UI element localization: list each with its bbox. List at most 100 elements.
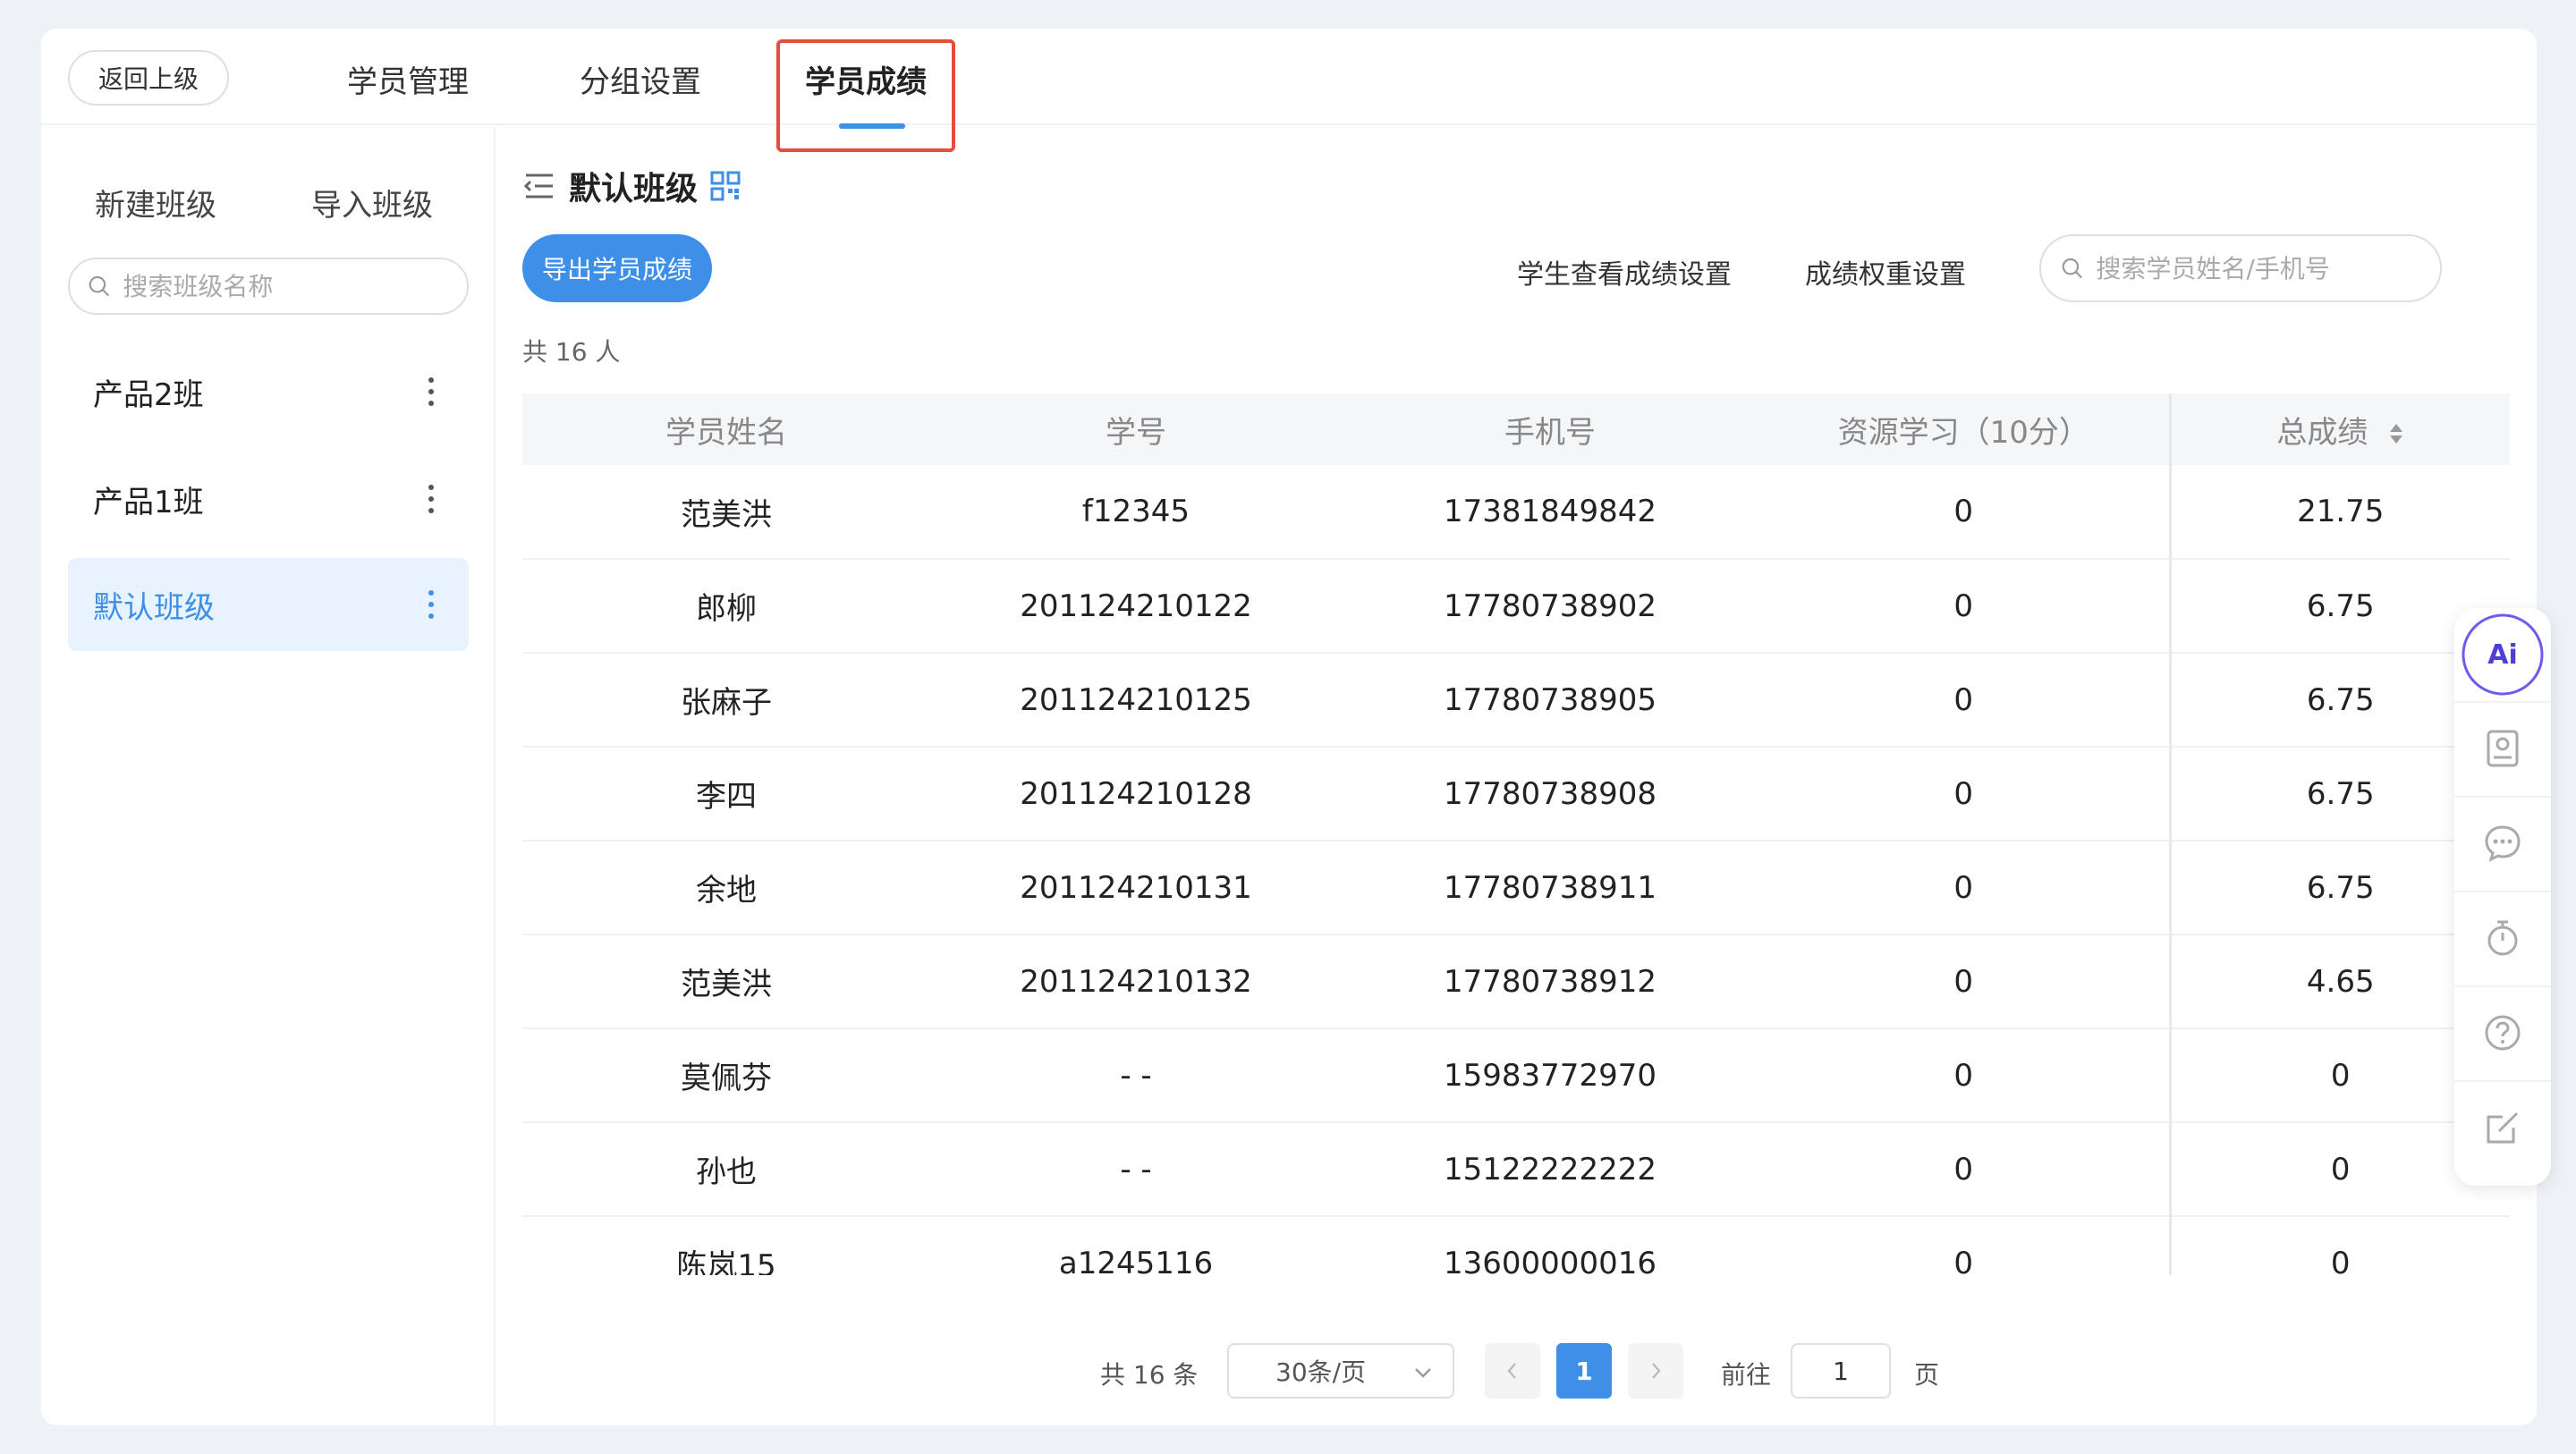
cell-resource-study: 0 [1758, 1122, 2170, 1217]
table-row: 李四 201124210128 17780738908 0 6.75 [522, 747, 2510, 841]
search-icon [2062, 258, 2082, 279]
export-grades-button[interactable]: 导出学员成绩 [522, 234, 712, 302]
goto-label: 前往 [1721, 1360, 1772, 1390]
cell-student-id: a1245116 [930, 1216, 1342, 1275]
edit-button[interactable] [2454, 1080, 2551, 1173]
cell-student-id: - - [930, 1028, 1342, 1123]
ai-assistant-button[interactable]: Ai [2454, 608, 2551, 701]
header-total-score[interactable]: 总成绩 [2168, 393, 2510, 465]
contact-card-button[interactable] [2454, 701, 2551, 794]
more-vertical-icon[interactable] [428, 485, 435, 513]
cell-phone: 17780738911 [1342, 841, 1758, 935]
cell-phone: 15122222222 [1342, 1122, 1758, 1217]
next-page-button[interactable] [1628, 1343, 1683, 1399]
header-resource-study: 资源学习（10分） [1758, 393, 2170, 465]
more-vertical-icon[interactable] [428, 377, 435, 406]
cell-student-name: 莫佩芬 [522, 1028, 930, 1123]
collapse-menu-icon[interactable] [522, 171, 556, 201]
main-card: 返回上级 学员管理 分组设置 学员成绩 新建班级 导入班级 产品2班 产品1班 … [41, 29, 2537, 1425]
cell-phone: 15983772970 [1342, 1028, 1758, 1123]
sort-icon[interactable] [2388, 421, 2404, 446]
class-search-input[interactable] [123, 271, 467, 301]
cell-resource-study: 0 [1758, 465, 2170, 560]
class-item-product-2[interactable]: 产品2班 [68, 345, 469, 438]
cell-phone: 13600000016 [1342, 1216, 1758, 1275]
view-grades-settings-button[interactable]: 学生查看成绩设置 [1517, 252, 1732, 292]
cell-phone: 17381849842 [1342, 465, 1758, 560]
cell-resource-study: 0 [1758, 747, 2170, 841]
class-item-label: 默认班级 [93, 589, 215, 626]
cell-resource-study: 0 [1758, 841, 2170, 935]
student-count: 共 16 人 [522, 337, 621, 367]
cell-total-score: 21.75 [2168, 465, 2510, 560]
chat-button[interactable] [2454, 796, 2551, 889]
back-button[interactable]: 返回上级 [68, 50, 229, 106]
cell-student-id: 201124210128 [930, 747, 1342, 841]
chat-icon [2485, 825, 2521, 862]
table-row: 范美洪 f12345 17381849842 0 21.75 [522, 465, 2510, 560]
table-row: 陈岚15 a1245116 13600000016 0 0 [522, 1216, 2510, 1275]
grade-weight-settings-button[interactable]: 成绩权重设置 [1805, 252, 1966, 292]
active-tab-underline [839, 123, 905, 129]
cell-student-name: 孙也 [522, 1122, 930, 1217]
tab-student-grades[interactable]: 学员成绩 [776, 57, 955, 100]
page-size-value: 30条/页 [1275, 1357, 1367, 1387]
table-row: 张麻子 201124210125 17780738905 0 6.75 [522, 653, 2510, 748]
page-number-current[interactable]: 1 [1556, 1343, 1612, 1399]
tab-student-management[interactable]: 学员管理 [336, 57, 479, 100]
cell-student-name: 陈岚15 [522, 1216, 930, 1275]
floating-toolbar: Ai [2454, 608, 2551, 1186]
prev-page-button[interactable] [1485, 1343, 1540, 1399]
cell-resource-study: 0 [1758, 653, 2170, 748]
cell-student-name: 李四 [522, 747, 930, 841]
cell-total-score: 0 [2168, 1216, 2510, 1275]
cell-phone: 17780738908 [1342, 747, 1758, 841]
header-total-score-label: 总成绩 [2276, 414, 2368, 451]
student-search-input[interactable] [2096, 253, 2440, 283]
header-phone: 手机号 [1342, 393, 1758, 465]
header-student-name: 学员姓名 [522, 393, 930, 465]
search-icon [89, 275, 109, 297]
page-size-select[interactable]: 30条/页 [1227, 1343, 1454, 1399]
chevron-down-icon [1415, 1368, 1431, 1378]
table-row: 余地 201124210131 17780738911 0 6.75 [522, 841, 2510, 935]
grades-table: 学员姓名 学号 手机号 资源学习（10分） 总成绩 范美洪 f12345 17381… [522, 393, 2510, 1275]
chevron-left-icon [1507, 1363, 1516, 1379]
help-button[interactable] [2454, 985, 2551, 1078]
table-row: 范美洪 201124210132 17780738912 0 4.65 [522, 934, 2510, 1029]
page-title: 默认班级 [569, 171, 699, 207]
new-class-button[interactable]: 新建班级 [95, 181, 216, 224]
cell-phone: 17780738902 [1342, 559, 1758, 654]
cell-resource-study: 0 [1758, 934, 2170, 1029]
timer-button[interactable] [2454, 891, 2551, 984]
cell-student-name: 郎柳 [522, 559, 930, 654]
cell-student-name: 范美洪 [522, 934, 930, 1029]
cell-resource-study: 0 [1758, 559, 2170, 654]
ai-icon: Ai [2462, 613, 2544, 696]
cell-student-name: 余地 [522, 841, 930, 935]
class-sidebar: 新建班级 导入班级 产品2班 产品1班 默认班级 [41, 127, 496, 1425]
table-header-row: 学员姓名 学号 手机号 资源学习（10分） 总成绩 [522, 393, 2510, 465]
cell-student-name: 范美洪 [522, 465, 930, 560]
tab-group-settings[interactable]: 分组设置 [569, 57, 712, 100]
import-class-button[interactable]: 导入班级 [311, 181, 433, 224]
qr-code-icon[interactable] [710, 171, 741, 201]
table-row: 郎柳 201124210122 17780738902 0 6.75 [522, 559, 2510, 654]
class-item-label: 产品2班 [93, 376, 204, 413]
goto-page-input[interactable] [1791, 1343, 1891, 1399]
class-item-default[interactable]: 默认班级 [68, 558, 469, 651]
class-item-product-1[interactable]: 产品1班 [68, 452, 469, 545]
cell-student-name: 张麻子 [522, 653, 930, 748]
class-item-label: 产品1班 [93, 484, 204, 520]
cell-student-id: 201124210125 [930, 653, 1342, 748]
cell-student-id: f12345 [930, 465, 1342, 560]
more-vertical-icon[interactable] [428, 590, 435, 619]
page-suffix-label: 页 [1914, 1360, 1940, 1390]
cell-student-id: 201124210122 [930, 559, 1342, 654]
student-search-box [2039, 234, 2442, 302]
pagination: 共 16 条 30条/页 1 前往 页 [41, 1343, 2537, 1400]
cell-student-id: 201124210132 [930, 934, 1342, 1029]
timer-icon [2487, 920, 2518, 956]
edit-icon [2487, 1112, 2519, 1144]
class-search-box [68, 258, 469, 315]
